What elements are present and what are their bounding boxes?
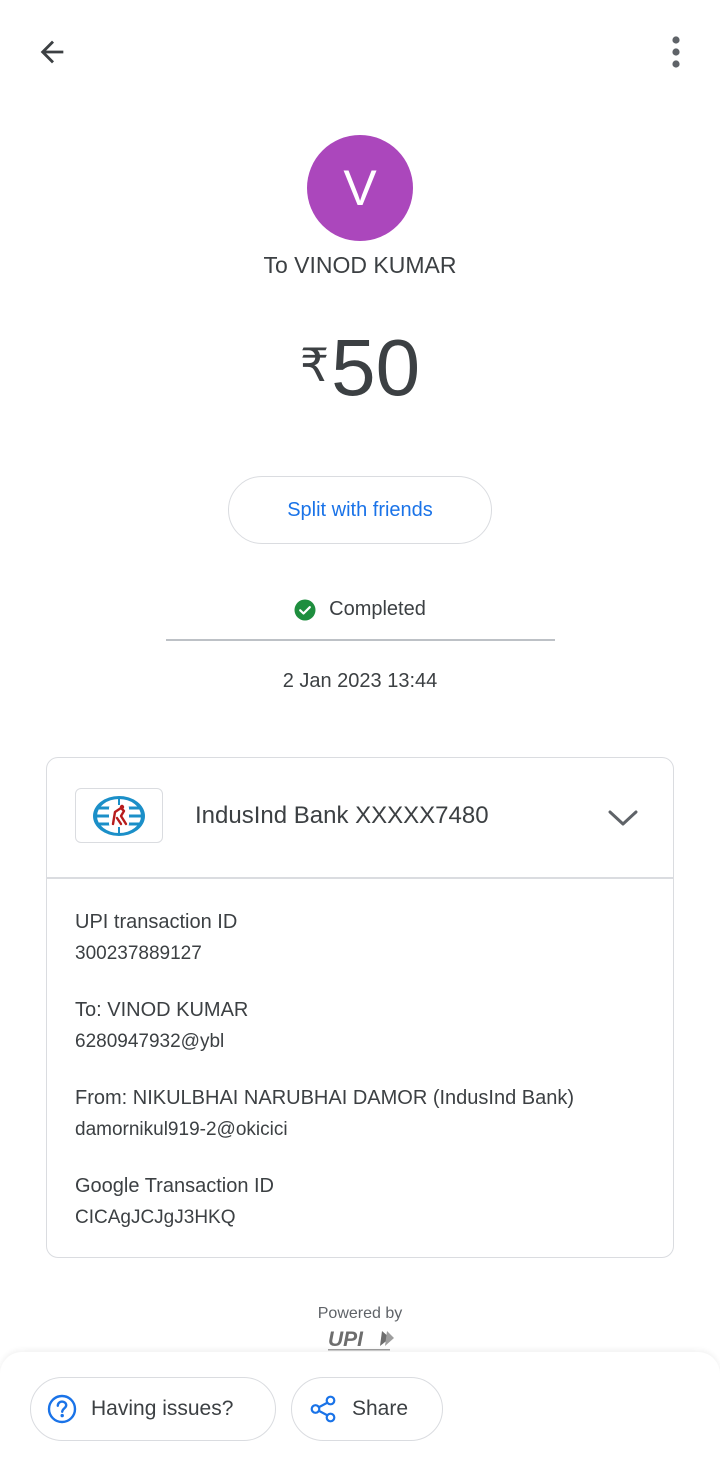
- bank-account-name: IndusInd Bank XXXXX7480: [195, 802, 489, 829]
- detail-upi-transaction-id: UPI transaction ID 300237889127: [75, 908, 635, 968]
- chevron-down-icon[interactable]: [603, 800, 643, 836]
- detail-value: CICAgJCJgJ3HKQ: [75, 1207, 236, 1228]
- avatar: V: [307, 135, 413, 241]
- arrow-back-icon: [35, 35, 69, 69]
- amount-value: 50: [331, 323, 421, 412]
- status-row: Completed: [0, 598, 720, 621]
- share-label: Share: [352, 1397, 409, 1420]
- help-circle-icon: [47, 1394, 77, 1424]
- detail-to: To: VINOD KUMAR 6280947932@ybl: [75, 996, 635, 1056]
- detail-label: UPI transaction ID: [75, 911, 238, 933]
- check-circle-icon: [294, 599, 316, 621]
- card-divider: [47, 877, 673, 879]
- amount: ₹ 50: [0, 318, 720, 418]
- status-label: Completed: [329, 598, 426, 620]
- back-button[interactable]: [24, 28, 80, 76]
- detail-label: Google Transaction ID: [75, 1175, 274, 1197]
- upi-logo-text: UPI: [328, 1328, 364, 1351]
- bank-account-row[interactable]: IndusInd Bank XXXXX7480: [47, 758, 673, 878]
- currency-symbol: ₹: [299, 339, 330, 391]
- more-vert-icon: [671, 35, 681, 69]
- share-button[interactable]: Share: [291, 1377, 443, 1441]
- more-options-button[interactable]: [652, 28, 700, 76]
- split-button-label: Split with friends: [287, 498, 433, 521]
- detail-value: 300237889127: [75, 943, 202, 964]
- having-issues-button[interactable]: Having issues?: [30, 1377, 276, 1441]
- transaction-datetime: 2 Jan 2023 13:44: [282, 670, 438, 692]
- transaction-details-card: IndusInd Bank XXXXX7480 UPI transaction …: [46, 757, 674, 1258]
- indusind-bank-logo: [75, 788, 163, 843]
- split-with-friends-button[interactable]: Split with friends: [228, 476, 492, 544]
- having-issues-label: Having issues?: [91, 1397, 234, 1420]
- upi-logo: UPI: [326, 1327, 396, 1353]
- detail-from: From: NIKULBHAI NARUBHAI DAMOR (IndusInd…: [75, 1084, 635, 1144]
- share-icon: [308, 1394, 338, 1424]
- detail-label: To: VINOD KUMAR: [75, 999, 249, 1021]
- detail-value: damornikul919-2@okicici: [75, 1119, 288, 1140]
- detail-value: 6280947932@ybl: [75, 1031, 225, 1052]
- payee-title: To VINOD KUMAR: [263, 252, 457, 278]
- detail-label: From: NIKULBHAI NARUBHAI DAMOR (IndusInd…: [75, 1087, 575, 1109]
- powered-by-text: Powered by: [317, 1305, 403, 1322]
- status-divider: [166, 639, 555, 641]
- detail-google-transaction-id: Google Transaction ID CICAgJCJgJ3HKQ: [75, 1172, 635, 1232]
